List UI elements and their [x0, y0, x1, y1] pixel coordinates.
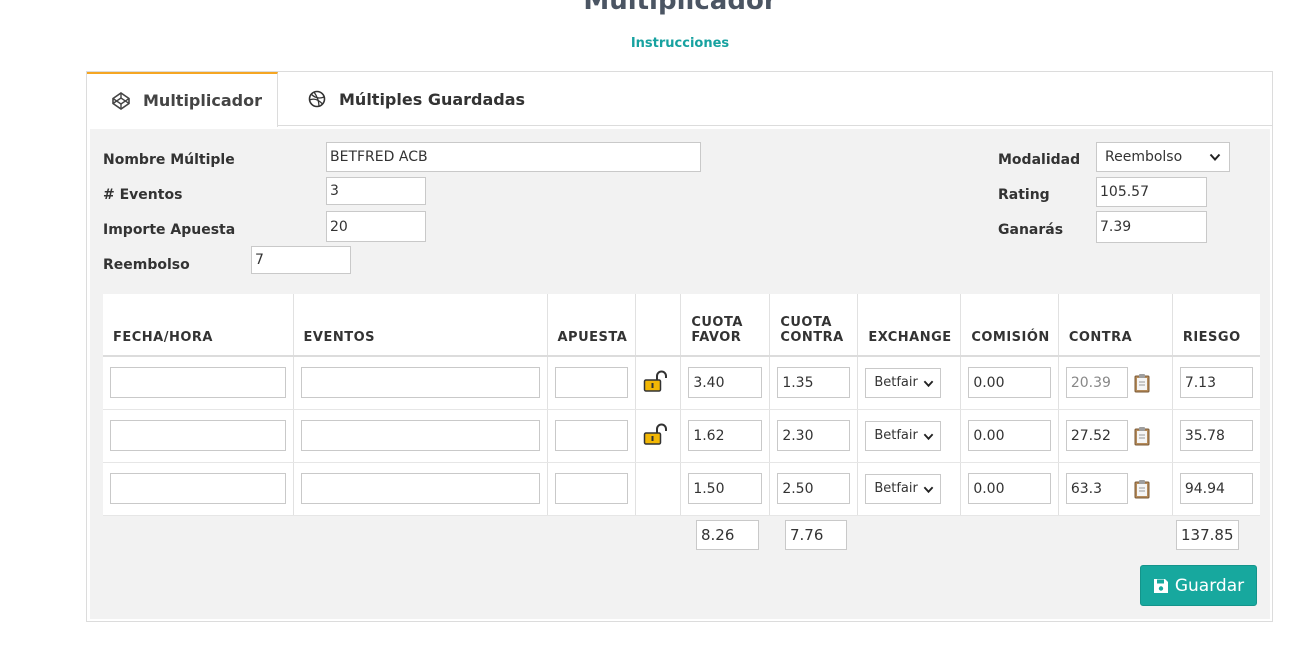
total-cuota-favor [696, 520, 759, 550]
eventos-input[interactable] [326, 177, 426, 205]
header-comision: COMISIÓN [960, 294, 1059, 357]
table-row: Betfair [103, 462, 1261, 516]
header-riesgo: RIESGO [1172, 294, 1261, 357]
header-cuota-contra-line2: CONTRA [780, 330, 844, 345]
apuesta-input[interactable] [554, 473, 629, 504]
tab-label: Multiplicador [143, 91, 262, 110]
reembolso-input[interactable] [251, 246, 351, 274]
cuota-contra-input[interactable] [777, 473, 851, 504]
eventos-label: # Eventos [103, 187, 183, 203]
header-contra: CONTRA [1058, 294, 1173, 357]
exchange-select[interactable]: Betfair [865, 367, 942, 398]
cuota-favor-input[interactable] [688, 473, 763, 504]
fecha-input[interactable] [110, 367, 286, 399]
header-cuota-favor-line1: CUOTA [691, 315, 743, 330]
fecha-input[interactable] [110, 473, 286, 504]
comision-input[interactable] [968, 473, 1051, 504]
clipboard-icon[interactable] [1134, 373, 1150, 393]
riesgo-input[interactable] [1179, 367, 1254, 399]
exchange-select[interactable]: Betfair [865, 420, 942, 451]
events-table: FECHA/HORA EVENTOS APUESTA CUOTA FAVOR CU… [103, 294, 1261, 516]
cuota-favor-input[interactable] [688, 367, 763, 399]
page-title: Multiplicador [583, 0, 777, 16]
header-cuota-contra: CUOTA CONTRA [769, 294, 859, 357]
header-cuota-contra-line1: CUOTA [780, 315, 832, 330]
importe-label: Importe Apuesta [103, 222, 236, 238]
multiplier-card: Multiplicador Múltiples Guardadas Nombre… [86, 71, 1273, 622]
header-eventos: EVENTOS [293, 294, 548, 357]
table-row: Betfair [103, 356, 1261, 410]
table-header-row: FECHA/HORA EVENTOS APUESTA CUOTA FAVOR CU… [103, 294, 1261, 357]
contra-input[interactable] [1065, 473, 1128, 504]
save-label: Guardar [1174, 575, 1245, 596]
evento-input[interactable] [300, 420, 540, 451]
floppy-disk-icon [1153, 578, 1168, 593]
chevron-down-icon [924, 380, 934, 387]
apuesta-input[interactable] [554, 420, 629, 451]
exchange-select[interactable]: Betfair [865, 473, 942, 504]
clipboard-icon[interactable] [1134, 426, 1150, 446]
header-lock [635, 294, 682, 357]
codepen-icon [112, 91, 130, 110]
tab-multiples-guardadas[interactable]: Múltiples Guardadas [307, 72, 525, 126]
header-cuota-favor: CUOTA FAVOR [680, 294, 771, 357]
ganaras-label: Ganarás [998, 222, 1064, 238]
cuota-contra-input[interactable] [777, 420, 851, 451]
chevron-down-icon [924, 486, 934, 493]
cuota-favor-input[interactable] [688, 420, 763, 451]
exchange-value: Betfair [874, 481, 918, 496]
apuesta-input[interactable] [554, 367, 629, 399]
clipboard-icon[interactable] [1134, 479, 1150, 499]
unlock-icon[interactable] [643, 423, 669, 445]
lock-cell-empty [635, 462, 682, 516]
modalidad-value: Reembolso [1105, 149, 1183, 165]
reembolso-label: Reembolso [103, 257, 190, 273]
tab-label: Múltiples Guardadas [339, 89, 526, 109]
form-panel: Nombre Múltiple # Eventos Importe Apuest… [90, 129, 1270, 619]
tab-bar: Multiplicador Múltiples Guardadas [87, 72, 1272, 127]
nombre-label: Nombre Múltiple [103, 152, 235, 168]
importe-input[interactable] [326, 211, 426, 242]
total-cuota-contra [785, 520, 847, 550]
ganaras-input[interactable] [1096, 211, 1207, 243]
table-row: Betfair [103, 409, 1261, 463]
header-apuesta: APUESTA [547, 294, 637, 357]
comision-input[interactable] [968, 420, 1051, 451]
tab-multiplicador[interactable]: Multiplicador [87, 72, 278, 127]
nombre-input[interactable] [326, 142, 701, 172]
header-cuota-favor-line2: FAVOR [691, 330, 742, 345]
total-riesgo [1176, 520, 1239, 550]
unlock-icon[interactable] [643, 370, 669, 392]
evento-input[interactable] [300, 473, 540, 504]
rating-input[interactable] [1096, 177, 1207, 207]
riesgo-input[interactable] [1179, 473, 1254, 504]
rating-label: Rating [998, 187, 1050, 203]
cuota-contra-input[interactable] [777, 367, 851, 399]
chevron-down-icon [1209, 153, 1221, 161]
exchange-value: Betfair [874, 428, 918, 443]
riesgo-input[interactable] [1179, 420, 1254, 451]
contra-input[interactable] [1065, 367, 1128, 399]
dribbble-icon [308, 90, 326, 108]
exchange-value: Betfair [874, 375, 918, 391]
header-exchange: EXCHANGE [857, 294, 962, 357]
instructions-link[interactable]: Instrucciones [0, 36, 1290, 51]
header-fecha: FECHA/HORA [103, 294, 294, 357]
contra-input[interactable] [1065, 420, 1128, 451]
comision-input[interactable] [968, 367, 1051, 399]
chevron-down-icon [924, 433, 934, 440]
save-button[interactable]: Guardar [1140, 565, 1257, 606]
fecha-input[interactable] [110, 420, 286, 451]
evento-input[interactable] [300, 367, 540, 399]
modalidad-select[interactable]: Reembolso [1096, 142, 1230, 172]
modalidad-label: Modalidad [998, 152, 1081, 168]
